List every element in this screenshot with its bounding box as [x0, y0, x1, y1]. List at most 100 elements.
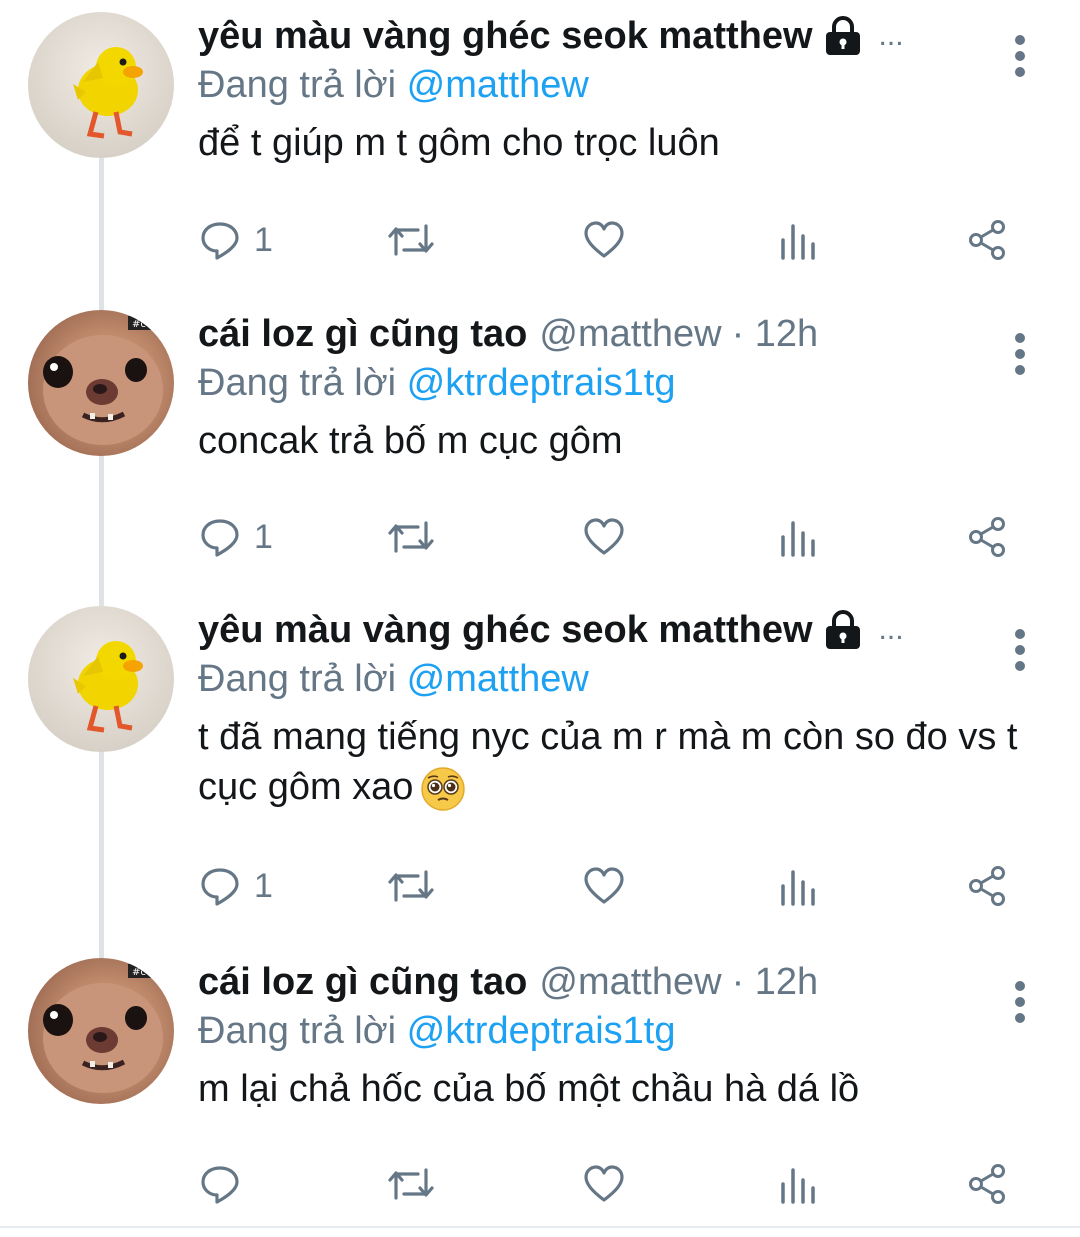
tweet-text: concak trả bố m cục gôm: [198, 420, 623, 462]
tweet-text: m lại chả hốc của bố một chầu hà dá lồ: [198, 1068, 860, 1110]
avatar[interactable]: [28, 606, 174, 752]
retweet-icon: [388, 521, 434, 553]
reply-button[interactable]: 1: [198, 856, 273, 916]
more-options-icon[interactable]: [1000, 26, 1040, 86]
duck-avatar-image: [73, 47, 143, 139]
reply-button[interactable]: 1: [198, 507, 273, 567]
tweet-header: cái loz gì cũng tao @matthew · 12h: [198, 958, 1020, 1006]
reply-context: Đang trả lời @ktrdeptrais1tg: [198, 358, 1020, 408]
retweet-icon: [388, 870, 434, 902]
bar-chart-icon: [781, 521, 815, 557]
retweet-button[interactable]: [386, 210, 436, 270]
reply-count: 1: [254, 866, 273, 905]
tweet-content: cái loz gì cũng tao @matthew · 12h Đang …: [198, 310, 1020, 466]
divider: [0, 1226, 1080, 1228]
display-name[interactable]: cái loz gì cũng tao: [198, 310, 527, 358]
share-icon: [969, 220, 1005, 260]
like-button[interactable]: [582, 210, 626, 270]
lock-icon: [825, 16, 860, 55]
more-options-icon[interactable]: [1000, 324, 1040, 384]
display-name[interactable]: cái loz gì cũng tao: [198, 958, 527, 1006]
reply-prefix: Đang trả lời: [198, 658, 397, 700]
pleading-face-emoji-icon: [421, 767, 466, 811]
share-icon: [969, 1164, 1005, 1204]
like-button[interactable]: [582, 507, 626, 567]
reply-mention-link[interactable]: @matthew: [407, 658, 589, 700]
tweet-content: yêu màu vàng ghéc seok matthew ... Đang …: [198, 12, 1020, 168]
tweet-timestamp[interactable]: · 12h: [732, 310, 819, 358]
tweet-header: yêu màu vàng ghéc seok matthew ...: [198, 12, 1020, 60]
tweet-header: yêu màu vàng ghéc seok matthew ...: [198, 606, 1020, 654]
tweet-action-bar: 1: [198, 856, 1020, 916]
speech-bubble-icon: [201, 519, 239, 557]
avatar[interactable]: #co: [28, 310, 174, 456]
speech-bubble-icon: [201, 868, 239, 906]
name-truncation-ellipsis: ...: [878, 613, 904, 646]
tweet-header: cái loz gì cũng tao @matthew · 12h: [198, 310, 1020, 358]
retweet-button[interactable]: [386, 856, 436, 916]
display-name[interactable]: yêu màu vàng ghéc seok matthew: [198, 606, 813, 654]
more-options-icon[interactable]: [1000, 972, 1040, 1032]
lock-icon: [825, 610, 860, 649]
reply-button[interactable]: [198, 1154, 254, 1214]
like-button[interactable]: [582, 856, 626, 916]
avatar[interactable]: [28, 12, 174, 158]
share-icon: [969, 866, 1005, 906]
heart-icon: [584, 1165, 624, 1202]
share-icon: [969, 517, 1005, 557]
stats-button[interactable]: [776, 507, 820, 567]
reply-mention-link[interactable]: @matthew: [407, 64, 589, 106]
tweet-timestamp[interactable]: · 12h: [732, 958, 819, 1006]
share-button[interactable]: [966, 1154, 1010, 1214]
bar-chart-icon: [781, 870, 815, 906]
bar-chart-icon: [781, 224, 815, 260]
reply-mention-link[interactable]: @ktrdeptrais1tg: [407, 1010, 676, 1052]
thread-line: [99, 156, 104, 310]
tweet-text: để t giúp m t gôm cho trọc luôn: [198, 122, 720, 164]
svg-text:#co: #co: [132, 319, 152, 330]
duck-avatar-image: [73, 641, 143, 733]
like-button[interactable]: [582, 1154, 626, 1214]
retweet-icon: [388, 1168, 434, 1200]
retweet-icon: [388, 224, 434, 256]
stats-button[interactable]: [776, 1154, 820, 1214]
reply-prefix: Đang trả lời: [198, 64, 397, 106]
user-handle[interactable]: @matthew: [539, 310, 721, 358]
reply-prefix: Đang trả lời: [198, 1010, 397, 1052]
retweet-button[interactable]: [386, 1154, 436, 1214]
thread-line: [99, 452, 104, 606]
share-button[interactable]: [966, 507, 1010, 567]
tweet-text-content: t đã mang tiếng nyc của m r mà m còn so …: [198, 716, 1018, 808]
avatar[interactable]: #co: [28, 958, 174, 1104]
reply-button[interactable]: 1: [198, 210, 273, 270]
user-handle[interactable]: @matthew: [539, 958, 721, 1006]
reply-context: Đang trả lời @matthew: [198, 654, 1020, 704]
heart-icon: [584, 867, 624, 904]
thread-line: [99, 748, 104, 958]
retweet-button[interactable]: [386, 507, 436, 567]
heart-icon: [584, 221, 624, 258]
stats-button[interactable]: [776, 856, 820, 916]
name-truncation-ellipsis: ...: [878, 19, 904, 52]
chihuahua-avatar-image: #co: [43, 964, 174, 1093]
chihuahua-avatar-image: #co: [43, 316, 174, 445]
tweet-action-bar: 1: [198, 210, 1020, 270]
bar-chart-icon: [781, 1168, 815, 1204]
tweet-content: yêu màu vàng ghéc seok matthew ... Đang …: [198, 606, 1020, 813]
reply-mention-link[interactable]: @ktrdeptrais1tg: [407, 362, 676, 404]
share-button[interactable]: [966, 210, 1010, 270]
tweet-action-bar: 1: [198, 507, 1020, 567]
stats-button[interactable]: [776, 210, 820, 270]
reply-context: Đang trả lời @matthew: [198, 60, 1020, 110]
speech-bubble-icon: [201, 1166, 239, 1204]
display-name[interactable]: yêu màu vàng ghéc seok matthew: [198, 12, 813, 60]
tweet-action-bar: [198, 1154, 1020, 1214]
tweet-text: t đã mang tiếng nyc của m r mà m còn so …: [198, 712, 1020, 813]
more-options-icon[interactable]: [1000, 620, 1040, 680]
share-button[interactable]: [966, 856, 1010, 916]
svg-text:#co: #co: [132, 967, 152, 978]
reply-prefix: Đang trả lời: [198, 362, 397, 404]
heart-icon: [584, 518, 624, 555]
reply-count: 1: [254, 517, 273, 556]
tweet-content: cái loz gì cũng tao @matthew · 12h Đang …: [198, 958, 1020, 1114]
